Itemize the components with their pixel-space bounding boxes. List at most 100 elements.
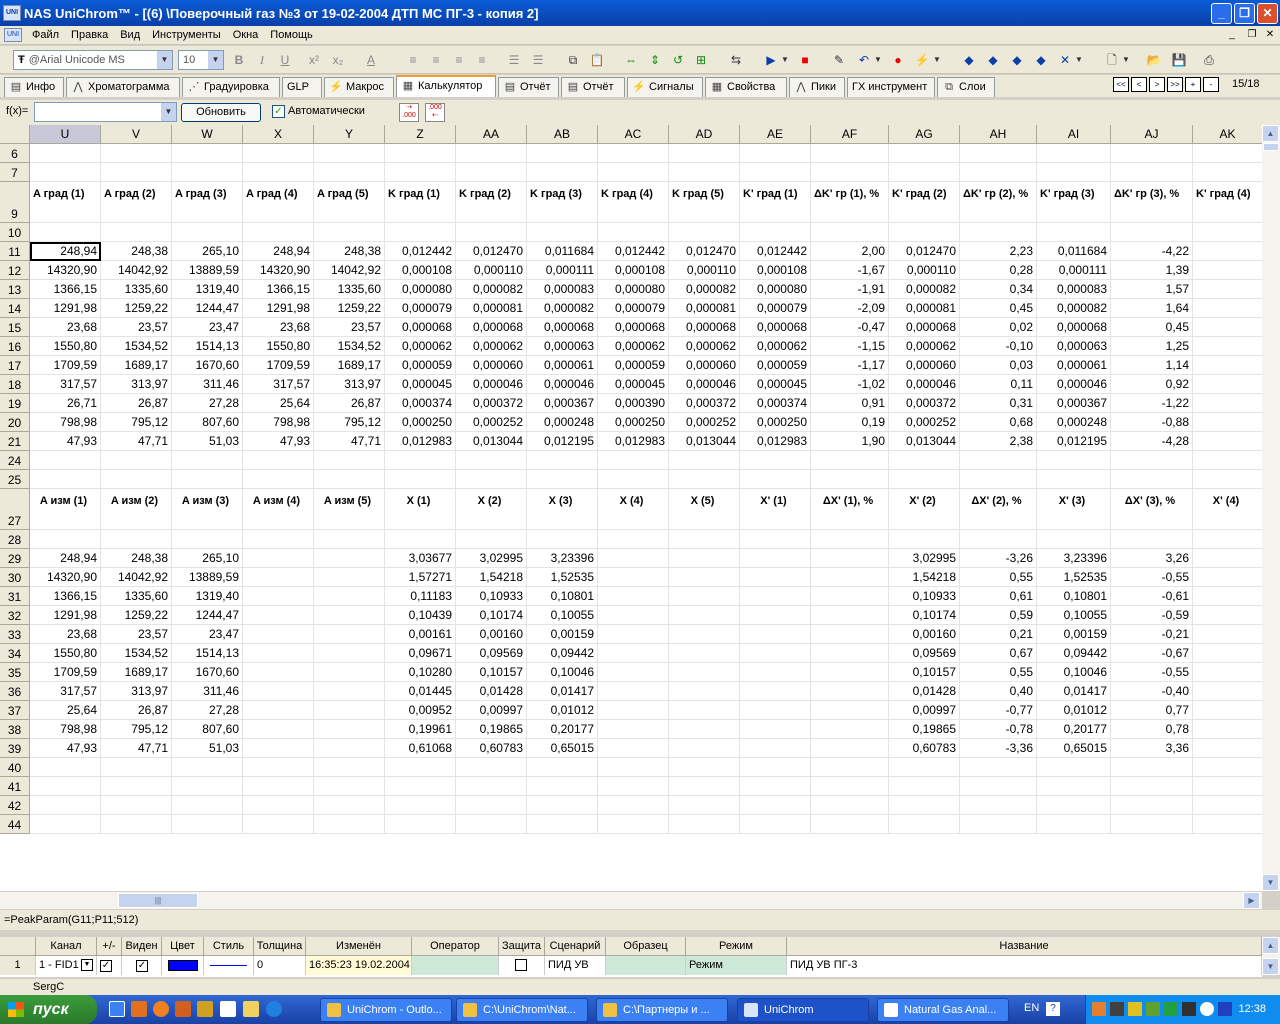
table-cell[interactable]: 0,10157	[889, 663, 960, 682]
table-cell[interactable]: -0,10	[960, 337, 1037, 356]
table-cell[interactable]	[314, 163, 385, 182]
table-cell[interactable]: 0,012195	[1037, 432, 1111, 451]
table-cell[interactable]	[456, 796, 527, 815]
table-cell[interactable]: 0,01445	[385, 682, 456, 701]
table-cell[interactable]: 0,65015	[1037, 739, 1111, 758]
table-cell[interactable]: 0,000081	[456, 299, 527, 318]
table-cell[interactable]	[314, 739, 385, 758]
table-cell[interactable]: 317,57	[30, 375, 101, 394]
table-cell[interactable]	[811, 470, 889, 489]
table-cell[interactable]: 0,012470	[456, 242, 527, 261]
table-cell[interactable]: 0,000060	[669, 356, 740, 375]
table-cell[interactable]	[385, 815, 456, 834]
table-cell[interactable]: 0,10280	[385, 663, 456, 682]
column-header[interactable]: AA	[456, 125, 527, 144]
ie-icon[interactable]	[266, 1001, 282, 1017]
table-cell[interactable]: 0,000252	[456, 413, 527, 432]
table-cell[interactable]	[456, 451, 527, 470]
table-cell[interactable]: 26,87	[101, 701, 172, 720]
scroll-down-icon[interactable]: ▼	[1262, 958, 1279, 975]
table-cell[interactable]: 0,34	[960, 280, 1037, 299]
table-cell[interactable]: -0,40	[1111, 682, 1193, 701]
chevron-down-icon[interactable]: ▼	[1121, 50, 1131, 70]
table-cell[interactable]	[598, 549, 669, 568]
table-cell[interactable]: 0,11	[960, 375, 1037, 394]
table-cell[interactable]	[889, 223, 960, 242]
table-cell[interactable]: 1244,47	[172, 606, 243, 625]
row-header[interactable]: 31	[0, 587, 30, 606]
table-cell[interactable]: 0,000108	[598, 261, 669, 280]
table-cell[interactable]	[1193, 432, 1262, 451]
table-cell[interactable]: 13889,59	[172, 568, 243, 587]
table-cell[interactable]: 0,000046	[1037, 375, 1111, 394]
table-cell[interactable]	[1193, 739, 1262, 758]
table-cell[interactable]: -1,22	[1111, 394, 1193, 413]
table-cell[interactable]	[30, 796, 101, 815]
table-cell[interactable]: 317,57	[30, 682, 101, 701]
table-cell[interactable]: 1,14	[1111, 356, 1193, 375]
row-header[interactable]: 37	[0, 701, 30, 720]
table-cell[interactable]	[456, 470, 527, 489]
row-header[interactable]: 34	[0, 644, 30, 663]
table-cell[interactable]	[1037, 530, 1111, 549]
table-cell[interactable]	[960, 470, 1037, 489]
table-cell[interactable]	[1193, 549, 1262, 568]
print-icon[interactable]: ⎙	[1200, 50, 1218, 70]
fit-vertical-icon[interactable]: ⇕	[646, 50, 664, 70]
table-cell[interactable]	[385, 530, 456, 549]
table-cell[interactable]	[1193, 758, 1262, 777]
table-cell[interactable]: 0,000108	[740, 261, 811, 280]
table-cell[interactable]	[960, 163, 1037, 182]
column-header[interactable]: V	[101, 125, 172, 144]
table-cell[interactable]: 0,012983	[740, 432, 811, 451]
table-cell[interactable]: 0,000111	[527, 261, 598, 280]
table-cell[interactable]: 0,55	[960, 663, 1037, 682]
table-cell[interactable]: 313,97	[101, 682, 172, 701]
table-cell[interactable]	[669, 223, 740, 242]
table-cell[interactable]: 0,012470	[889, 242, 960, 261]
table-cell[interactable]	[314, 644, 385, 663]
table-cell[interactable]	[811, 701, 889, 720]
column-header[interactable]: AK	[1193, 125, 1262, 144]
table-cell[interactable]: X (1)	[385, 489, 456, 530]
table-cell[interactable]: -3,26	[960, 549, 1037, 568]
table-cell[interactable]	[172, 144, 243, 163]
task-outlook[interactable]: UniChrom - Outlo...	[320, 998, 452, 1022]
chevron-down-icon[interactable]: ▼	[873, 50, 883, 70]
table-cell[interactable]	[1193, 242, 1262, 261]
delete-peak-icon[interactable]: ✕	[1057, 50, 1073, 70]
table-cell[interactable]	[889, 163, 960, 182]
table-cell[interactable]	[669, 644, 740, 663]
table-cell[interactable]: 0,000372	[889, 394, 960, 413]
table-cell[interactable]: X' (2)	[889, 489, 960, 530]
table-cell[interactable]	[172, 451, 243, 470]
table-cell[interactable]: 0,000079	[385, 299, 456, 318]
table-cell[interactable]	[314, 568, 385, 587]
table-cell[interactable]: 248,94	[30, 549, 101, 568]
nav-next-button[interactable]: >	[1149, 77, 1165, 92]
font-size-select[interactable]: 10 ▼	[178, 50, 224, 70]
table-cell[interactable]: 1670,60	[172, 663, 243, 682]
nav-last-button[interactable]: >>	[1167, 77, 1183, 92]
row-header[interactable]: 14	[0, 299, 30, 318]
table-cell[interactable]	[960, 144, 1037, 163]
show-desktop-icon[interactable]	[109, 1001, 125, 1017]
table-cell[interactable]	[1037, 144, 1111, 163]
table-cell[interactable]: 0,10933	[456, 587, 527, 606]
plus-minus-checkbox[interactable]: ✓	[97, 956, 122, 975]
table-cell[interactable]: 265,10	[172, 549, 243, 568]
protect-checkbox[interactable]	[499, 956, 545, 975]
connect-icon[interactable]: ⇆	[727, 50, 745, 70]
table-cell[interactable]: 795,12	[101, 720, 172, 739]
table-cell[interactable]	[1193, 682, 1262, 701]
table-cell[interactable]: 0,10439	[385, 606, 456, 625]
table-cell[interactable]: 0,00160	[456, 625, 527, 644]
quicklaunch-icon[interactable]	[175, 1001, 191, 1017]
table-cell[interactable]: 0,60783	[456, 739, 527, 758]
table-cell[interactable]	[960, 530, 1037, 549]
table-cell[interactable]	[243, 815, 314, 834]
table-cell[interactable]: 1534,52	[101, 644, 172, 663]
table-cell[interactable]: 0,000061	[527, 356, 598, 375]
table-cell[interactable]	[811, 758, 889, 777]
table-cell[interactable]: K' град (1)	[740, 182, 811, 223]
